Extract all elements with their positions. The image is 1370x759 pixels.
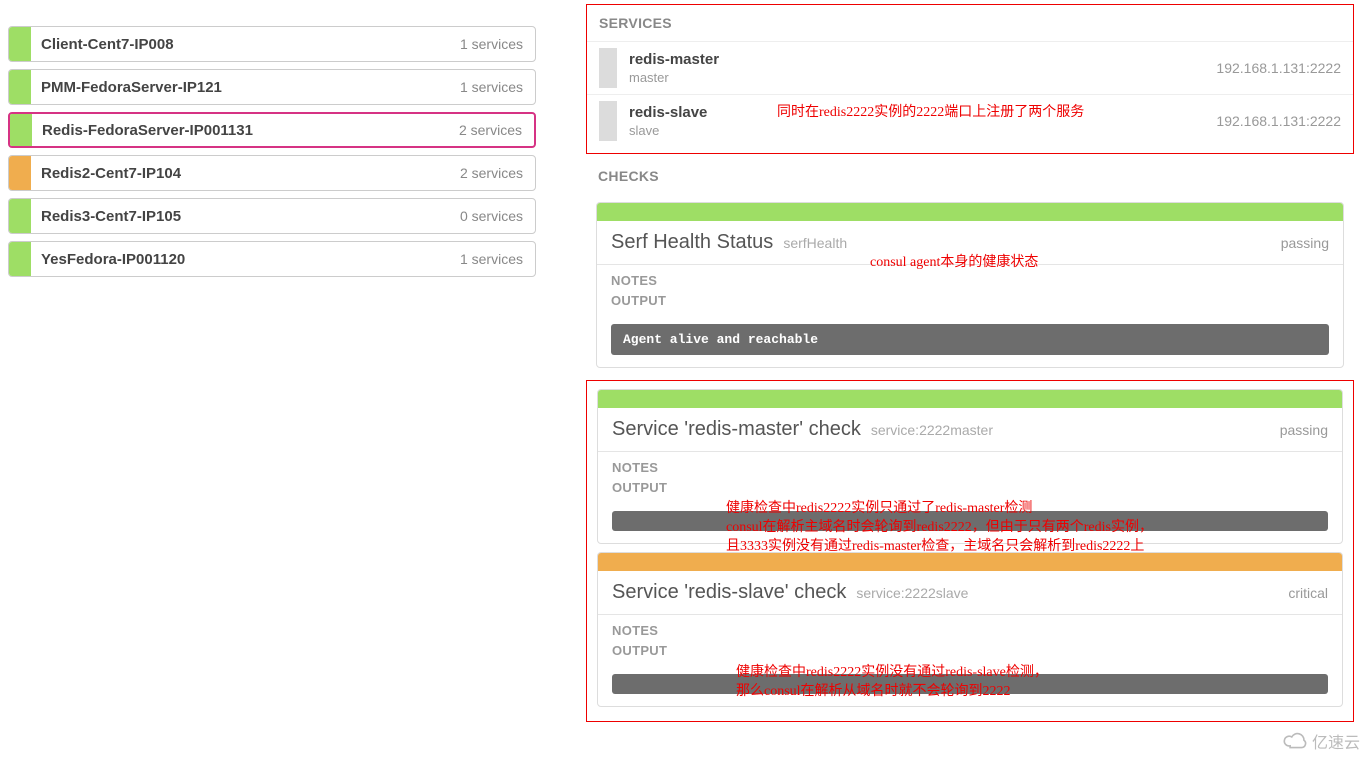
node-services-count: 1 services [460,36,535,52]
check-title-row: Service 'redis-slave' check service:2222… [598,571,1342,614]
check-meta: NOTES OUTPUT [598,614,1342,670]
node-status-bar [9,199,31,233]
node-item[interactable]: Redis2-Cent7-IP104 2 services [8,155,536,191]
node-name: Client-Cent7-IP008 [31,36,460,53]
check-title-row: Service 'redis-master' check service:222… [598,408,1342,451]
services-section: SERVICES redis-master master 192.168.1.1… [586,4,1354,154]
node-item[interactable]: YesFedora-IP001120 1 services [8,241,536,277]
notes-label: NOTES [611,271,1329,291]
node-name: Redis2-Cent7-IP104 [31,165,460,182]
service-row[interactable]: redis-slave slave 192.168.1.131:2222 [587,94,1353,147]
notes-label: NOTES [612,458,1328,478]
check-title-row: Serf Health Status serfHealth passing [597,221,1343,264]
check-card: Serf Health Status serfHealth passing NO… [596,202,1344,368]
check-subtitle: service:2222slave [856,585,968,601]
watermark: 亿速云 [1282,729,1360,753]
watermark-text: 亿速云 [1312,729,1360,753]
output-label: OUTPUT [612,478,1328,498]
check-status: passing [1280,422,1328,438]
service-address: 192.168.1.131:2222 [1216,60,1341,76]
check-status-bar [597,203,1343,221]
nodes-sidebar: Client-Cent7-IP008 1 services PMM-Fedora… [8,0,536,284]
node-status-bar [10,114,32,146]
check-status: critical [1288,585,1328,601]
node-services-count: 1 services [460,251,535,267]
output-label: OUTPUT [612,641,1328,661]
node-list: Client-Cent7-IP008 1 services PMM-Fedora… [8,26,536,277]
check-status-bar [598,553,1342,571]
node-item[interactable]: Client-Cent7-IP008 1 services [8,26,536,62]
checks-header: CHECKS [586,154,1354,194]
check-title: Service 'redis-master' check [612,418,861,441]
output-label: OUTPUT [611,291,1329,311]
cloud-icon [1282,730,1308,752]
service-info: redis-slave slave [629,104,1216,138]
node-services-count: 2 services [460,165,535,181]
check-meta: NOTES OUTPUT [597,264,1343,320]
node-services-count: 2 services [459,122,534,138]
node-status-bar [9,70,31,104]
node-name: Redis-FedoraServer-IP001131 [32,122,459,139]
service-info: redis-master master [629,51,1216,85]
check-meta: NOTES OUTPUT [598,451,1342,507]
check-status: passing [1281,235,1329,251]
check-title: Service 'redis-slave' check [612,581,846,604]
node-status-bar [9,242,31,276]
node-item-selected[interactable]: Redis-FedoraServer-IP001131 2 services [8,112,536,148]
service-status-bar [599,48,617,88]
service-row[interactable]: redis-master master 192.168.1.131:2222 [587,41,1353,94]
node-services-count: 1 services [460,79,535,95]
node-status-bar [9,27,31,61]
check-status-bar [598,390,1342,408]
check-subtitle: service:2222master [871,422,993,438]
check-output [612,511,1328,531]
node-item[interactable]: PMM-FedoraServer-IP121 1 services [8,69,536,105]
check-title: Serf Health Status [611,231,773,254]
service-tag: master [629,70,1216,85]
service-status-bar [599,101,617,141]
notes-label: NOTES [612,621,1328,641]
check-card: Service 'redis-slave' check service:2222… [597,552,1343,707]
check-card: Service 'redis-master' check service:222… [597,389,1343,544]
service-tag: slave [629,123,1216,138]
node-name: PMM-FedoraServer-IP121 [31,79,460,96]
node-services-count: 0 services [460,208,535,224]
checks-box: Service 'redis-master' check service:222… [586,380,1354,722]
check-subtitle: serfHealth [783,235,847,251]
node-name: Redis3-Cent7-IP105 [31,208,460,225]
detail-panel: SERVICES redis-master master 192.168.1.1… [586,0,1354,722]
service-address: 192.168.1.131:2222 [1216,113,1341,129]
service-name: redis-master [629,51,1216,68]
service-name: redis-slave [629,104,1216,121]
node-item[interactable]: Redis3-Cent7-IP105 0 services [8,198,536,234]
check-output: Agent alive and reachable [611,324,1329,355]
node-name: YesFedora-IP001120 [31,251,460,268]
services-header: SERVICES [587,5,1353,41]
node-status-bar [9,156,31,190]
check-output [612,674,1328,694]
